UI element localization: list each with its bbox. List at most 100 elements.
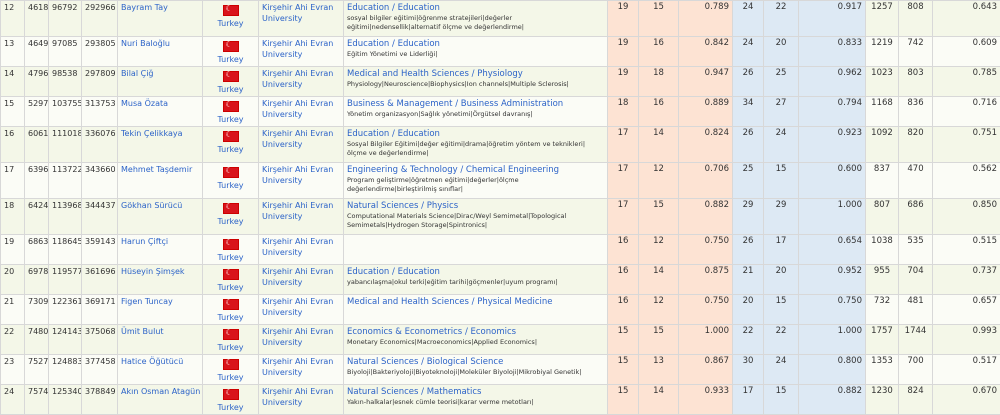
- author-name[interactable]: Figen Tuncay: [121, 297, 173, 306]
- author-name-link[interactable]: Akın Osman Atagün: [118, 385, 203, 415]
- author-name-link[interactable]: Tekin Çelikkaya: [118, 127, 203, 163]
- university-link[interactable]: Kirşehir Ahi Evran University: [262, 39, 333, 59]
- i10-ratio: 0.882: [799, 385, 866, 415]
- i10-last5: 20: [764, 37, 799, 67]
- author-name-link[interactable]: Figen Tuncay: [118, 295, 203, 325]
- h-index-ratio: 0.889: [679, 97, 733, 127]
- citations-total: 1353: [866, 355, 899, 385]
- table-row: 12 4618 96792 292966 Bayram Tay Turkey K…: [1, 1, 1000, 37]
- i10-last5: 15: [764, 385, 799, 415]
- university-link[interactable]: Kirşehir Ahi Evran University: [262, 129, 333, 149]
- i10-total: 34: [733, 97, 764, 127]
- citations-total: 1023: [866, 67, 899, 97]
- country-link[interactable]: Turkey: [206, 343, 255, 353]
- subject-link[interactable]: Education / Education: [347, 2, 604, 14]
- university-link[interactable]: Kirşehir Ahi Evran University: [262, 3, 333, 23]
- subject-link[interactable]: Education / Education: [347, 128, 604, 140]
- country-link[interactable]: Turkey: [206, 217, 255, 227]
- author-name-link[interactable]: Mehmet Taşdemir: [118, 163, 203, 199]
- citations-last5: 803: [899, 67, 933, 97]
- author-name[interactable]: Harun Çiftçi: [121, 237, 168, 246]
- country-link[interactable]: Turkey: [206, 313, 255, 323]
- author-name[interactable]: Ümit Bulut: [121, 327, 164, 336]
- author-name-link[interactable]: Nuri Baloğlu: [118, 37, 203, 67]
- author-name-link[interactable]: Gökhan Sürücü: [118, 199, 203, 235]
- citations-last5: 704: [899, 265, 933, 295]
- subject-link[interactable]: Economics & Econometrics / Economics: [347, 326, 604, 338]
- subject-link[interactable]: Engineering & Technology / Chemical Engi…: [347, 164, 604, 176]
- country-link[interactable]: Turkey: [206, 373, 255, 383]
- university-link[interactable]: Kirşehir Ahi Evran University: [262, 237, 333, 257]
- author-name-link[interactable]: Harun Çiftçi: [118, 235, 203, 265]
- author-name-link[interactable]: Hüseyin Şimşek: [118, 265, 203, 295]
- university-link[interactable]: Kirşehir Ahi Evran University: [262, 99, 333, 119]
- region-rank-cell: 97085: [49, 37, 82, 67]
- total-rank-cell: 369171: [82, 295, 118, 325]
- citations-total: 1257: [866, 1, 899, 37]
- h-index-total: 19: [608, 67, 639, 97]
- subject-link[interactable]: Education / Education: [347, 266, 604, 278]
- subject-link[interactable]: Business & Management / Business Adminis…: [347, 98, 604, 110]
- region-rank-cell: 124883: [49, 355, 82, 385]
- country-link[interactable]: Turkey: [206, 181, 255, 191]
- citations-total: 837: [866, 163, 899, 199]
- country-link[interactable]: Turkey: [206, 253, 255, 263]
- total-rank-cell: 292966: [82, 1, 118, 37]
- university-link[interactable]: Kirşehir Ahi Evran University: [262, 387, 333, 407]
- country-link[interactable]: Turkey: [206, 283, 255, 293]
- country-cell: Turkey: [203, 163, 259, 199]
- author-name[interactable]: Hüseyin Şimşek: [121, 267, 185, 276]
- table-row: 21 7309 122361 369171 Figen Tuncay Turke…: [1, 295, 1000, 325]
- i10-last5: 25: [764, 67, 799, 97]
- university-link[interactable]: Kirşehir Ahi Evran University: [262, 267, 333, 287]
- turkey-flag-icon: [223, 5, 239, 16]
- country-link[interactable]: Turkey: [206, 85, 255, 95]
- country-link[interactable]: Turkey: [206, 145, 255, 155]
- author-name-link[interactable]: Bayram Tay: [118, 1, 203, 37]
- citations-ratio: 0.850: [933, 199, 1000, 235]
- h-index-ratio: 0.875: [679, 265, 733, 295]
- turkey-flag-icon: [223, 131, 239, 142]
- author-name[interactable]: Gökhan Sürücü: [121, 201, 182, 210]
- university-link[interactable]: Kirşehir Ahi Evran University: [262, 327, 333, 347]
- country-link[interactable]: Turkey: [206, 55, 255, 65]
- country-link[interactable]: Turkey: [206, 115, 255, 125]
- subject-link[interactable]: Natural Sciences / Biological Science: [347, 356, 604, 368]
- subject-cell: Engineering & Technology / Chemical Engi…: [344, 163, 608, 199]
- author-name[interactable]: Musa Özata: [121, 99, 168, 108]
- author-name[interactable]: Bayram Tay: [121, 3, 168, 12]
- country-link[interactable]: Turkey: [206, 19, 255, 29]
- author-name-link[interactable]: Hatice Öğütücü: [118, 355, 203, 385]
- author-name[interactable]: Nuri Baloğlu: [121, 39, 170, 48]
- citations-total: 1092: [866, 127, 899, 163]
- author-name[interactable]: Akın Osman Atagün: [121, 387, 200, 396]
- citations-last5: 742: [899, 37, 933, 67]
- author-name[interactable]: Tekin Çelikkaya: [121, 129, 183, 138]
- subject-link[interactable]: Medical and Health Sciences / Physiology: [347, 68, 604, 80]
- total-rank-cell: 359143: [82, 235, 118, 265]
- citations-last5: 535: [899, 235, 933, 265]
- subject-link[interactable]: Natural Sciences / Physics: [347, 200, 604, 212]
- subject-link[interactable]: Education / Education: [347, 38, 604, 50]
- country-cell: Turkey: [203, 295, 259, 325]
- author-name[interactable]: Bilal Çiğ: [121, 69, 154, 78]
- university-link[interactable]: Kirşehir Ahi Evran University: [262, 357, 333, 377]
- author-name-link[interactable]: Ümit Bulut: [118, 325, 203, 355]
- university-link[interactable]: Kirşehir Ahi Evran University: [262, 201, 333, 221]
- i10-ratio: 0.750: [799, 295, 866, 325]
- university-link[interactable]: Kirşehir Ahi Evran University: [262, 69, 333, 89]
- h-index-last5: 15: [639, 1, 679, 37]
- h-index-ratio: 0.882: [679, 199, 733, 235]
- author-name[interactable]: Mehmet Taşdemir: [121, 165, 192, 174]
- author-name[interactable]: Hatice Öğütücü: [121, 357, 183, 366]
- subject-link[interactable]: Natural Sciences / Mathematics: [347, 386, 604, 398]
- subject-link[interactable]: Medical and Health Sciences / Physical M…: [347, 296, 604, 308]
- world-rank-cell: 6396: [25, 163, 49, 199]
- country-link[interactable]: Turkey: [206, 403, 255, 413]
- h-index-last5: 14: [639, 385, 679, 415]
- author-name-link[interactable]: Musa Özata: [118, 97, 203, 127]
- author-name-link[interactable]: Bilal Çiğ: [118, 67, 203, 97]
- university-link[interactable]: Kirşehir Ahi Evran University: [262, 297, 333, 317]
- university-link[interactable]: Kirşehir Ahi Evran University: [262, 165, 333, 185]
- rank-cell: 23: [1, 355, 25, 385]
